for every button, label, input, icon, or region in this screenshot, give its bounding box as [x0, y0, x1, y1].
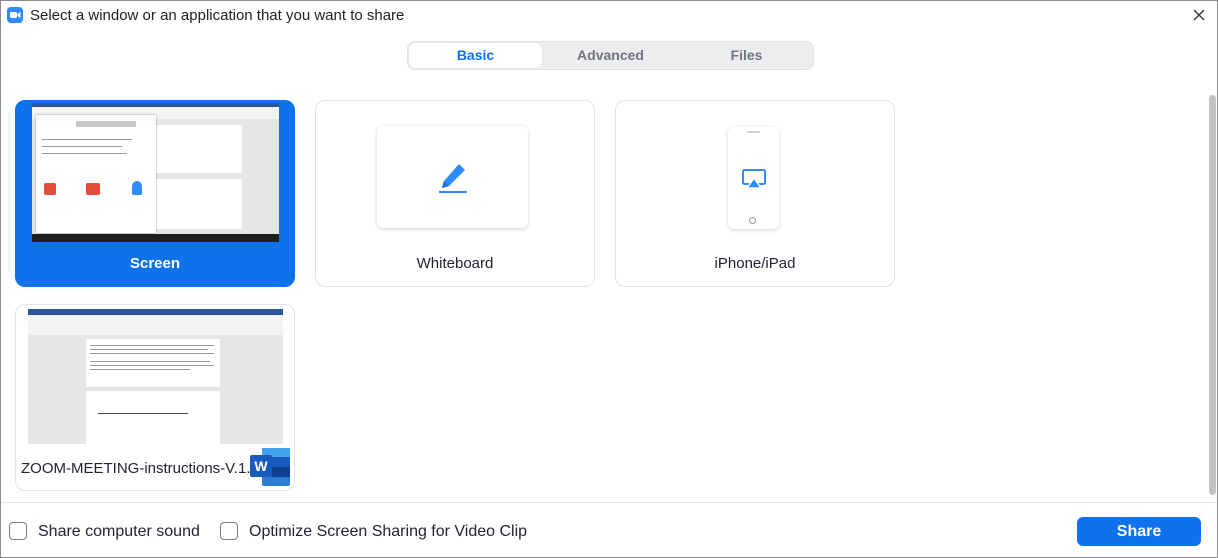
close-icon[interactable]: [1189, 5, 1209, 25]
phone-graphic: [728, 127, 779, 229]
optimize-video-option[interactable]: Optimize Screen Sharing for Video Clip: [220, 521, 540, 545]
iphone-ipad-tile[interactable]: iPhone/iPad: [615, 100, 895, 287]
window-tile-word-document[interactable]: ZOOM-MEETING-instructions-V.1... W: [15, 304, 295, 491]
tab-advanced[interactable]: Advanced: [544, 43, 677, 68]
tab-files[interactable]: Files: [680, 43, 813, 68]
zoom-camera-icon: [7, 7, 23, 23]
iphone-ipad-label: iPhone/iPad: [714, 255, 796, 272]
whiteboard-label: Whiteboard: [416, 255, 494, 272]
share-computer-sound-label: Share computer sound: [38, 523, 200, 540]
whiteboard-card: [377, 126, 528, 228]
screen-thumbnail: [32, 103, 279, 242]
pencil-icon: [439, 164, 467, 193]
share-category-tabs: Basic Advanced Files: [407, 41, 814, 70]
share-button[interactable]: Share: [1077, 517, 1201, 546]
tab-basic[interactable]: Basic: [409, 43, 542, 68]
whiteboard-tile[interactable]: Whiteboard: [315, 100, 595, 287]
svg-text:W: W: [254, 458, 268, 474]
window-title: Select a window or an application that y…: [30, 7, 405, 24]
title-bar: Select a window or an application that y…: [1, 1, 1217, 31]
word-icon: W: [250, 448, 290, 486]
word-window-thumbnail: [28, 309, 283, 444]
optimize-video-checkbox[interactable]: [220, 522, 238, 540]
share-computer-sound-checkbox[interactable]: [9, 522, 27, 540]
screen-label: Screen: [129, 255, 181, 272]
optimize-video-label: Optimize Screen Sharing for Video Clip: [249, 523, 528, 540]
screen-tile[interactable]: Screen: [15, 100, 295, 287]
share-computer-sound-option[interactable]: Share computer sound: [9, 521, 209, 545]
window-title-label: ZOOM-MEETING-instructions-V.1...: [21, 460, 259, 477]
scrollbar-thumb[interactable]: [1209, 95, 1216, 495]
footer-divider: [1, 502, 1217, 503]
airplay-icon: [742, 169, 766, 189]
